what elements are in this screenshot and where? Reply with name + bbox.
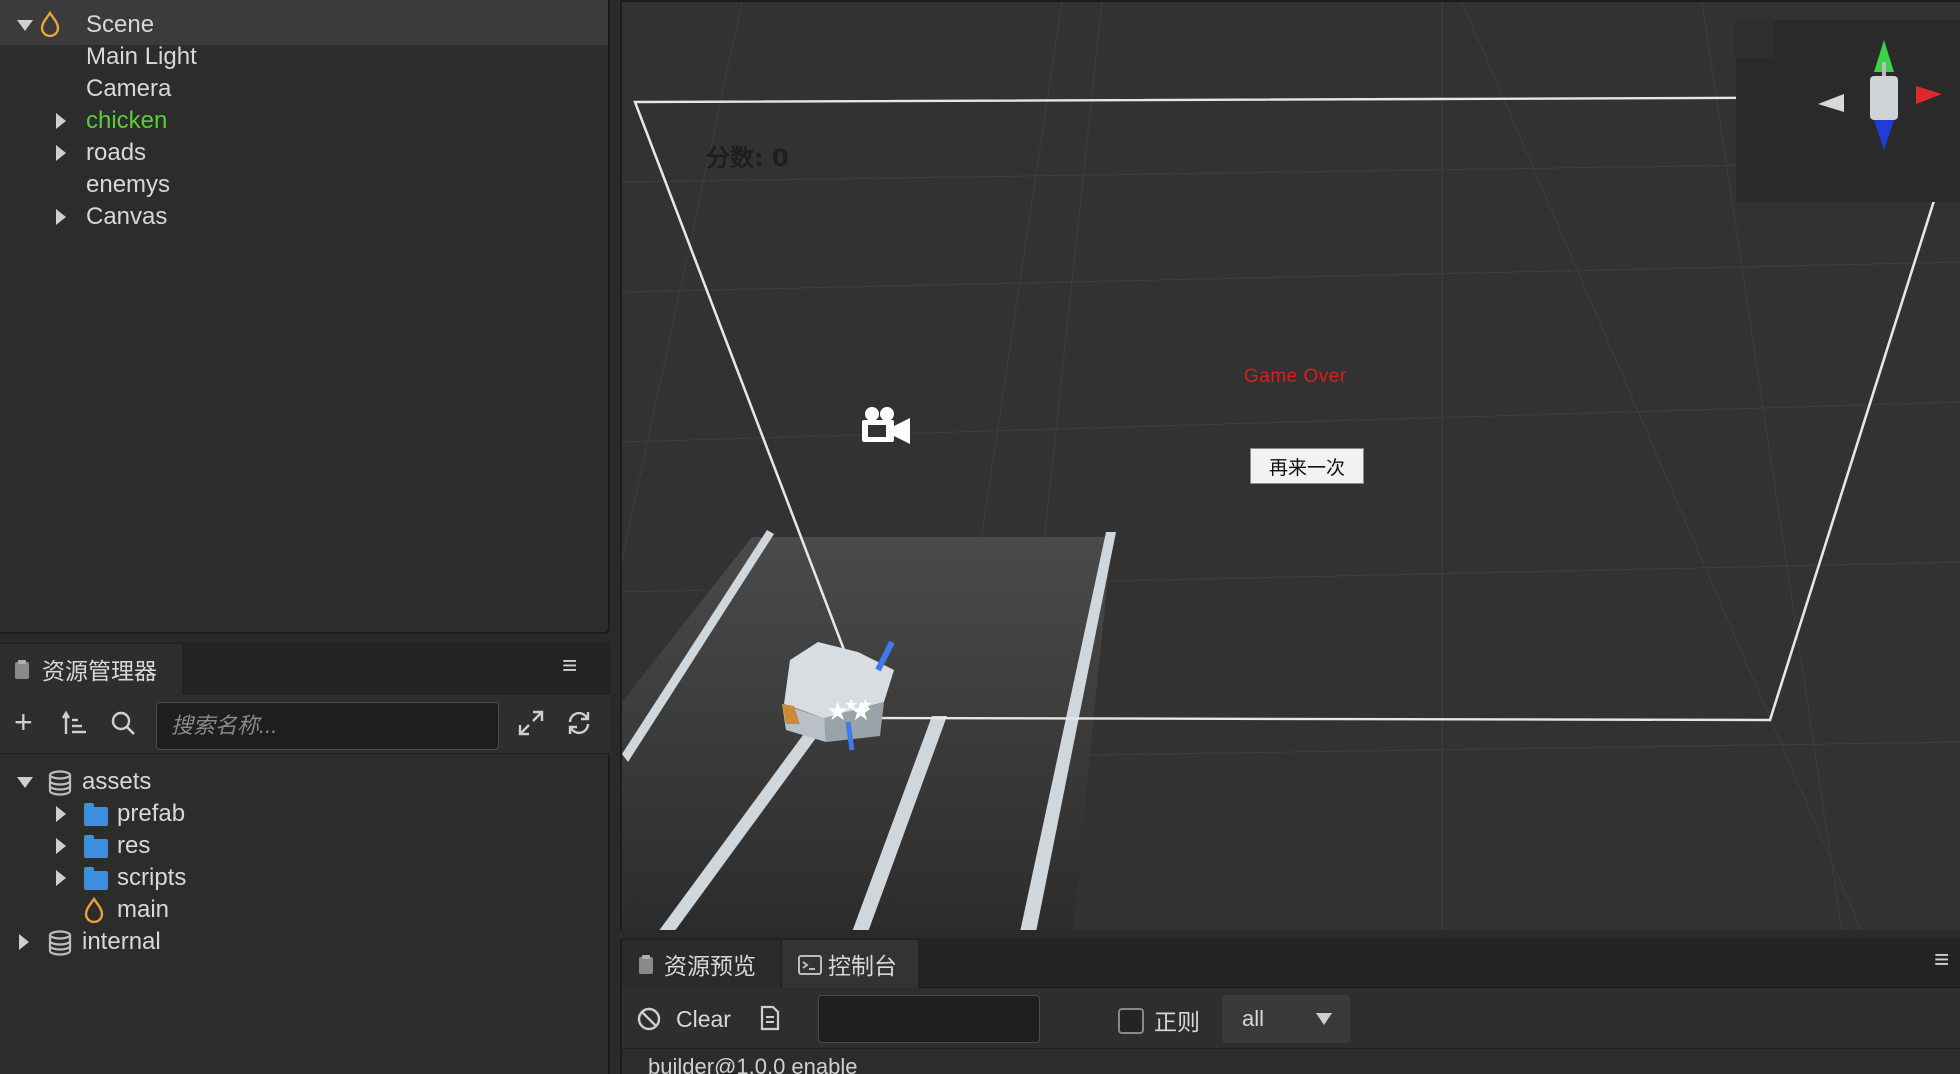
tree-item-label: chicken <box>86 107 168 134</box>
tree-item-label: internal <box>82 928 161 955</box>
tree-item-internal[interactable]: internal <box>0 922 608 962</box>
score-label: 分数: 0 <box>706 144 789 172</box>
assets-tabbar: 资源管理器 ≡ <box>0 642 610 694</box>
terminal-icon <box>798 954 822 981</box>
tree-item-label: Canvas <box>86 203 168 230</box>
tree-item-label: enemys <box>86 171 171 198</box>
regex-checkbox[interactable] <box>1118 1008 1144 1034</box>
tree-item-canvas[interactable]: Canvas <box>0 197 608 237</box>
clear-button[interactable]: Clear <box>636 1001 756 1037</box>
clipboard-icon <box>638 954 654 981</box>
tree-item-label: prefab <box>117 800 186 827</box>
clear-icon <box>636 1006 662 1037</box>
menu-icon[interactable]: ≡ <box>1934 946 1949 972</box>
tree-item-label: res <box>117 832 151 859</box>
filter-input[interactable] <box>818 995 1040 1043</box>
tab-label: 资源管理器 <box>42 658 157 684</box>
tree-item-label: Scene <box>86 11 155 38</box>
clipboard-icon <box>14 659 30 686</box>
expand-arrow-icon[interactable] <box>56 209 66 225</box>
sort-icon[interactable] <box>61 710 88 741</box>
tab-asset-preview[interactable]: 资源预览 <box>622 940 780 988</box>
add-icon[interactable]: + <box>14 706 33 738</box>
tab-label: 控制台 <box>828 953 897 979</box>
retry-button[interactable]: 再来一次 <box>1250 448 1364 484</box>
tree-item-label: roads <box>86 139 147 166</box>
database-icon <box>48 770 72 796</box>
folder-icon <box>84 835 108 858</box>
expand-arrow-icon[interactable] <box>56 838 66 854</box>
console-log-line: builder@1.0.0 enable <box>648 1054 858 1074</box>
tree-item-label: assets <box>82 768 152 795</box>
console-tabbar: 资源预览 控制台 ≡ <box>622 938 1960 988</box>
expand-arrow-icon[interactable] <box>56 870 66 886</box>
tree-item-label: Camera <box>86 75 172 102</box>
tree-item-label: scripts <box>117 864 187 891</box>
database-icon <box>48 930 72 956</box>
hierarchy-panel: Scene Main Light Camera chicken roads en… <box>0 0 610 634</box>
expand-arrow-icon[interactable] <box>19 934 29 950</box>
clear-label: Clear <box>676 1006 731 1032</box>
console-toolbar: Clear 正则 all <box>622 989 1960 1049</box>
chevron-down-icon <box>1316 1013 1332 1025</box>
expand-icon[interactable] <box>518 710 544 741</box>
menu-icon[interactable]: ≡ <box>562 652 577 678</box>
expand-arrow-icon[interactable] <box>56 145 66 161</box>
orientation-gizmo[interactable] <box>1734 18 1960 202</box>
search-input[interactable] <box>156 702 499 750</box>
expand-arrow-icon[interactable] <box>17 20 33 31</box>
log-level-select[interactable]: all <box>1222 995 1350 1043</box>
svg-text:★★: ★★ <box>844 695 873 714</box>
scene-viewport[interactable]: ★★ ★★ 分数: 0 Game Over 再来一次 <box>620 0 1960 930</box>
search-icon[interactable] <box>110 710 136 741</box>
tab-asset-manager[interactable]: 资源管理器 <box>0 644 182 694</box>
folder-icon <box>84 867 108 890</box>
assets-panel: 资源管理器 ≡ + assets <box>0 642 610 1074</box>
camera-gizmo-icon[interactable] <box>862 407 910 444</box>
regex-label: 正则 <box>1154 1009 1200 1035</box>
tab-console[interactable]: 控制台 <box>782 940 918 988</box>
tab-label: 资源预览 <box>664 953 756 979</box>
refresh-icon[interactable] <box>566 710 592 741</box>
tree-item-label: main <box>117 896 170 923</box>
log-file-icon[interactable] <box>760 1005 780 1036</box>
assets-toolbar: + <box>0 694 610 754</box>
canvas-frame-edge <box>1768 114 1960 721</box>
tree-item-label: Main Light <box>86 43 197 70</box>
editor-window: Scene Main Light Camera chicken roads en… <box>0 0 1960 1074</box>
expand-arrow-icon[interactable] <box>56 113 66 129</box>
expand-arrow-icon[interactable] <box>17 777 33 788</box>
folder-icon <box>84 803 108 826</box>
log-level-value: all <box>1242 1006 1265 1031</box>
gameover-label: Game Over <box>1244 366 1347 387</box>
console-panel: 资源预览 控制台 ≡ Clear 正则 all builder@1.0.0 en… <box>620 938 1960 1074</box>
expand-arrow-icon[interactable] <box>56 806 66 822</box>
